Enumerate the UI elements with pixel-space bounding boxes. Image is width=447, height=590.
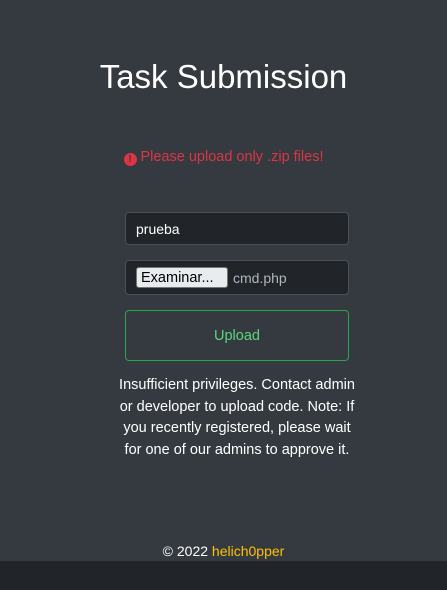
file-input[interactable]: Examinar... cmd.php — [125, 260, 349, 295]
error-message: Please upload only .zip files! — [140, 149, 324, 165]
file-browse-button[interactable]: Examinar... — [136, 267, 228, 288]
error-alert: ! Please upload only .zip files! — [0, 148, 447, 166]
upload-button[interactable]: Upload — [125, 310, 349, 361]
bottom-bar — [0, 561, 447, 590]
name-input[interactable] — [125, 212, 349, 245]
copyright-text: © 2022 — [162, 543, 209, 559]
privileges-notice: Insufficient privileges. Contact admin o… — [119, 377, 355, 458]
footer: © 2022 helich0pper — [0, 542, 447, 560]
page-title: Task Submission — [99, 58, 348, 95]
page: Task Submission ! Please upload only .zip… — [0, 0, 447, 590]
exclamation-circle-icon: ! — [123, 153, 137, 166]
author-link[interactable]: helich0pper — [212, 543, 284, 559]
selected-file-name: cmd.php — [233, 269, 287, 286]
